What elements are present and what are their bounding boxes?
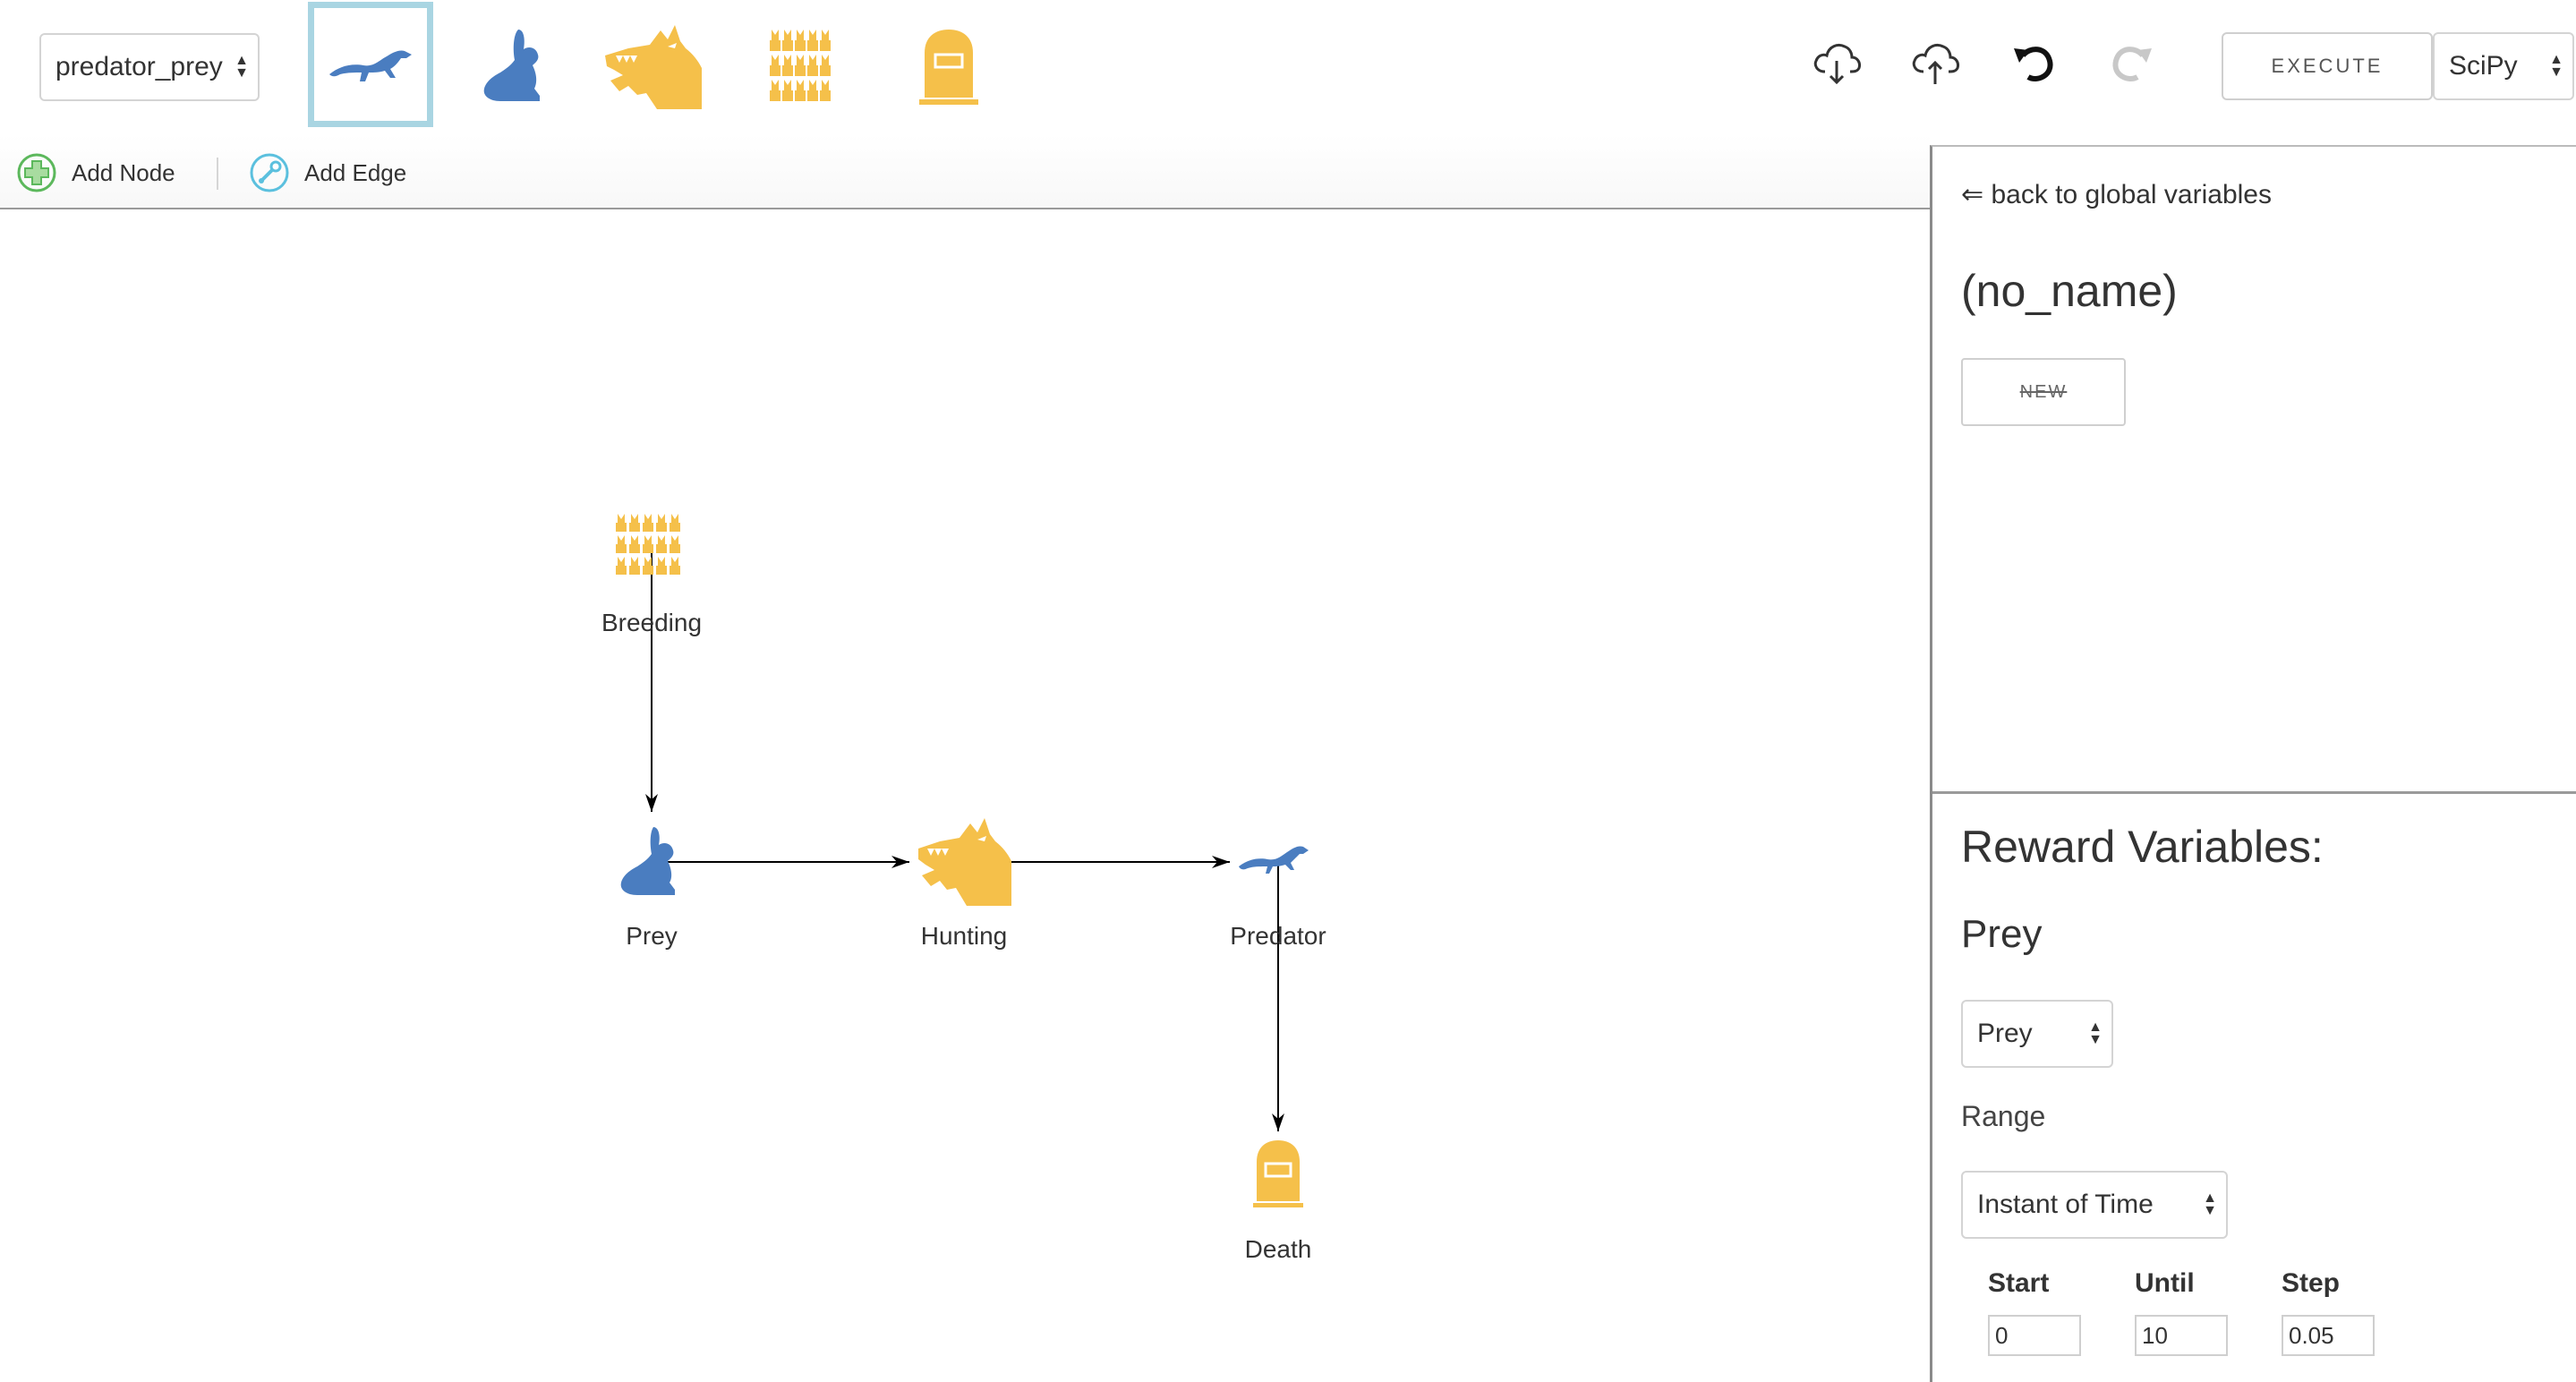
palette-hunting[interactable]	[598, 13, 709, 120]
until-label: Until	[2135, 1268, 2195, 1298]
node-label-prey: Prey	[626, 922, 678, 950]
variable-name: (no_name)	[1961, 266, 2178, 316]
add-node-button[interactable]: Add Node	[16, 152, 175, 193]
node-breeding-icon[interactable]	[616, 514, 680, 575]
node-label-predator: Predator	[1230, 922, 1326, 950]
model-select-value: predator_prey	[55, 52, 223, 81]
reward-node-select[interactable]: Prey ▲ ▼	[1961, 1000, 2113, 1068]
add-edge-label: Add Edge	[304, 158, 407, 186]
palette-predator[interactable]	[308, 2, 433, 127]
step-label: Step	[2282, 1268, 2341, 1298]
node-prey-icon[interactable]	[620, 827, 675, 895]
top-toolbar: predator_prey ▲ ▼ EXECUTE SciPy ▲ ▼	[0, 0, 2576, 134]
weasel-icon	[329, 50, 412, 81]
reward-node-select-value: Prey	[1977, 1019, 2033, 1048]
toolbar-divider	[217, 158, 218, 190]
cloud-upload-icon[interactable]	[1908, 36, 1962, 90]
engine-select[interactable]: SciPy ▲ ▼	[2433, 32, 2574, 100]
graph-canvas[interactable]: Breeding Prey Hunting Predator Death	[0, 209, 1930, 1382]
tombstone-icon	[919, 30, 978, 105]
start-input[interactable]	[1988, 1315, 2081, 1356]
palette-breeding[interactable]	[750, 13, 861, 120]
start-label: Start	[1988, 1268, 2050, 1298]
edge-icon	[250, 153, 289, 192]
cloud-download-icon[interactable]	[1810, 36, 1864, 90]
select-arrows-icon: ▲ ▼	[2203, 1190, 2217, 1218]
add-node-label: Add Node	[72, 158, 175, 186]
node-predator-icon[interactable]	[1239, 846, 1309, 874]
execute-button[interactable]: EXECUTE	[2222, 32, 2433, 100]
app-root: predator_prey ▲ ▼ EXECUTE SciPy ▲ ▼ Add …	[0, 0, 2576, 1382]
back-to-global-variables-link[interactable]: ⇐ back to global variables	[1961, 179, 2272, 210]
reward-variables-title: Reward Variables:	[1961, 822, 2324, 872]
model-select[interactable]: predator_prey ▲ ▼	[39, 33, 260, 101]
breeding-icon	[770, 30, 831, 101]
node-label-death: Death	[1244, 1235, 1312, 1263]
until-input[interactable]	[2135, 1315, 2228, 1356]
reward-variables-section: Reward Variables: Prey Prey ▲ ▼ Range Ins…	[1932, 794, 2576, 1382]
reward-variable-name: Prey	[1961, 912, 2043, 956]
add-edge-button[interactable]: Add Edge	[249, 152, 406, 193]
range-select-value: Instant of Time	[1977, 1190, 2154, 1219]
add-circle-icon	[17, 153, 56, 192]
node-label-breeding: Breeding	[601, 609, 703, 636]
step-input[interactable]	[2282, 1315, 2375, 1356]
graph-toolbar: Add Node Add Edge	[0, 134, 1930, 209]
select-arrows-icon: ▲ ▼	[2088, 1019, 2103, 1047]
variables-panel: ⇐ back to global variables (no_name) NEW…	[1930, 145, 2576, 1382]
node-label-hunting: Hunting	[920, 922, 1008, 950]
hunting-icon	[605, 25, 702, 109]
redo-icon[interactable]	[2105, 36, 2159, 90]
engine-select-value: SciPy	[2449, 51, 2518, 81]
undo-icon[interactable]	[2007, 36, 2060, 90]
variable-editor: ⇐ back to global variables (no_name) NEW	[1932, 147, 2576, 791]
select-arrows-icon: ▲ ▼	[235, 53, 249, 81]
graph-edges	[616, 514, 1309, 1207]
node-death-icon[interactable]	[1253, 1140, 1303, 1207]
palette-death[interactable]	[893, 13, 1004, 120]
range-select[interactable]: Instant of Time ▲ ▼	[1961, 1171, 2228, 1239]
range-label: Range	[1961, 1100, 2046, 1132]
new-button[interactable]: NEW	[1961, 358, 2126, 426]
select-arrows-icon: ▲ ▼	[2549, 52, 2563, 80]
palette-prey[interactable]	[458, 13, 569, 120]
node-hunting-icon[interactable]	[918, 818, 1011, 906]
rabbit-icon	[483, 30, 540, 101]
